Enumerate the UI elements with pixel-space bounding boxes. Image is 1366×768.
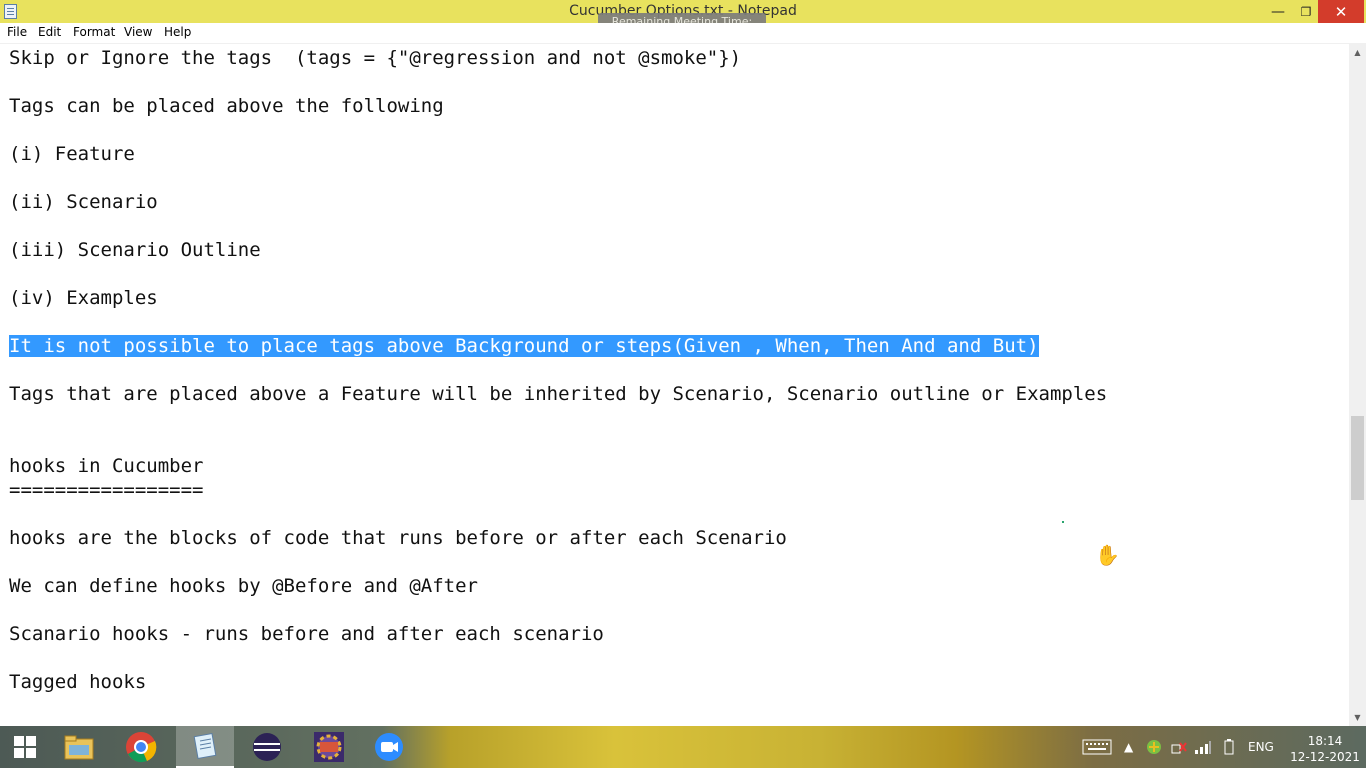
taskbar-file-explorer[interactable] (50, 726, 108, 768)
system-clock[interactable]: 18:14 12-12-2021 (1286, 733, 1364, 765)
stray-dot (1062, 521, 1064, 523)
text-line: Tagged hooks (9, 671, 147, 693)
menu-help[interactable]: Help (164, 25, 191, 39)
clock-time: 18:14 (1307, 734, 1343, 748)
menu-view[interactable]: View (124, 25, 152, 39)
text-line: hooks are the blocks of code that runs b… (9, 527, 787, 549)
folder-icon (64, 735, 94, 760)
security-shield-icon[interactable] (1146, 726, 1162, 768)
scrollbar-thumb[interactable] (1351, 416, 1364, 500)
minimize-button[interactable]: — (1264, 0, 1292, 23)
taskbar-zoom[interactable] (360, 726, 418, 768)
eclipse-icon (253, 733, 281, 761)
scroll-up-arrow-icon[interactable]: ▲ (1349, 44, 1366, 61)
text-line: Scanario hooks - runs before and after e… (9, 623, 604, 645)
text-line: (ii) Scenario (9, 191, 158, 213)
text-editor-area[interactable]: Skip or Ignore the tags (tags = {"@regre… (0, 44, 1349, 726)
text-line: (i) Feature (9, 143, 135, 165)
text-line: Tags that are placed above a Feature wil… (9, 383, 1108, 405)
clock-date: 12-12-2021 (1290, 750, 1360, 764)
menu-format[interactable]: Format (73, 25, 115, 39)
taskbar-chrome[interactable] (112, 726, 170, 768)
touch-keyboard-icon[interactable] (1082, 726, 1112, 768)
windows-logo-icon (14, 736, 36, 758)
taskbar: ▲ ENG (0, 726, 1366, 768)
taskbar-notepad[interactable] (176, 726, 234, 768)
menu-bar: File Edit Format View Help (0, 23, 1366, 44)
show-hidden-icons-icon[interactable]: ▲ (1124, 726, 1133, 768)
taskbar-java-ee-ide[interactable] (300, 726, 358, 768)
zoom-icon (375, 733, 403, 761)
text-line: Tags can be placed above the following (9, 95, 444, 117)
menu-edit[interactable]: Edit (38, 25, 61, 39)
start-button[interactable] (0, 726, 50, 768)
language-indicator[interactable]: ENG (1248, 726, 1274, 768)
vertical-scrollbar[interactable]: ▲ ▼ (1349, 44, 1366, 726)
restore-button[interactable]: ❐ (1292, 0, 1320, 23)
notepad-taskbar-icon (193, 733, 217, 759)
text-line: ================= (9, 479, 204, 501)
text-line: We can define hooks by @Before and @Afte… (9, 575, 478, 597)
network-status-icon[interactable] (1170, 726, 1188, 768)
signal-strength-icon[interactable] (1194, 726, 1212, 768)
scroll-down-arrow-icon[interactable]: ▼ (1349, 709, 1366, 726)
java-ee-ide-icon (314, 732, 344, 762)
text-line: hooks in Cucumber (9, 455, 204, 477)
battery-icon[interactable] (1224, 726, 1234, 768)
hand-cursor-icon: ✋ (1095, 543, 1120, 567)
text-line: Skip or Ignore the tags (tags = {"@regre… (9, 47, 742, 69)
chrome-icon (126, 732, 157, 763)
taskbar-eclipse[interactable] (238, 726, 296, 768)
selected-text-line: It is not possible to place tags above B… (9, 335, 1039, 357)
menu-file[interactable]: File (7, 25, 27, 39)
close-button[interactable]: ✕ (1318, 0, 1364, 23)
text-line: (iv) Examples (9, 287, 158, 309)
text-line: (iii) Scenario Outline (9, 239, 261, 261)
